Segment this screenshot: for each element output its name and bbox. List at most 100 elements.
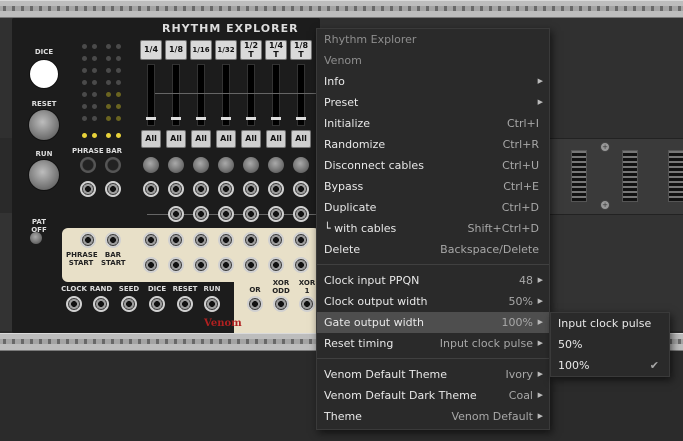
menu-item-duplicate-with-cables[interactable]: └ with cables Shift+Ctrl+D bbox=[317, 218, 549, 239]
reset-button[interactable] bbox=[28, 109, 60, 141]
bar-start-jack[interactable] bbox=[105, 232, 121, 248]
menu-item-default-dark-theme[interactable]: Venom Default Dark Theme Coal ▶ bbox=[317, 385, 549, 406]
menu-item-reset-timing[interactable]: Reset timing Input clock pulse ▶ bbox=[317, 333, 549, 354]
gate-output-jack[interactable] bbox=[218, 232, 234, 248]
input-jack[interactable] bbox=[193, 181, 209, 197]
gate-output-jack[interactable] bbox=[168, 232, 184, 248]
offset-knob[interactable] bbox=[243, 157, 259, 173]
submenu-arrow-icon: ▶ bbox=[537, 370, 543, 378]
input-jack[interactable] bbox=[168, 181, 184, 197]
xor-odd-output-jack[interactable] bbox=[273, 296, 289, 312]
offset-knob[interactable] bbox=[268, 157, 284, 173]
dice-input-jack[interactable] bbox=[149, 296, 165, 312]
all-button[interactable]: All bbox=[241, 130, 261, 148]
division-button-1-8[interactable]: 1/8 bbox=[165, 40, 187, 60]
density-slider[interactable] bbox=[271, 64, 281, 126]
division-button-1-2t[interactable]: 1/2 T bbox=[240, 40, 262, 60]
gate-output-jack[interactable] bbox=[193, 257, 209, 273]
menu-item-randomize[interactable]: Randomize Ctrl+R bbox=[317, 134, 549, 155]
gate-output-jack[interactable] bbox=[268, 257, 284, 273]
gate-output-jack[interactable] bbox=[143, 257, 159, 273]
gate-output-jack[interactable] bbox=[293, 232, 309, 248]
division-button-1-32[interactable]: 1/32 bbox=[215, 40, 237, 60]
phrase-start-jack[interactable] bbox=[80, 232, 96, 248]
led bbox=[116, 133, 121, 138]
submenu-item-100-percent[interactable]: 100% ✔ bbox=[551, 355, 669, 376]
pat-off-button[interactable] bbox=[30, 232, 42, 244]
offset-knob[interactable] bbox=[293, 157, 309, 173]
density-slider[interactable] bbox=[296, 64, 306, 126]
input-jack[interactable] bbox=[193, 206, 209, 222]
all-button[interactable]: All bbox=[266, 130, 286, 148]
led bbox=[106, 104, 111, 109]
seed-input-jack[interactable] bbox=[121, 296, 137, 312]
menu-item-info[interactable]: Info ▶ bbox=[317, 71, 549, 92]
phrase-knob[interactable] bbox=[80, 157, 96, 173]
run-input-jack[interactable] bbox=[204, 296, 220, 312]
input-jack[interactable] bbox=[218, 181, 234, 197]
division-button-1-16[interactable]: 1/16 bbox=[190, 40, 212, 60]
input-jack[interactable] bbox=[243, 206, 259, 222]
offset-knob[interactable] bbox=[193, 157, 209, 173]
or-output-jack[interactable] bbox=[247, 296, 263, 312]
gate-output-jack[interactable] bbox=[293, 257, 309, 273]
all-button[interactable]: All bbox=[191, 130, 211, 148]
offset-knob[interactable] bbox=[218, 157, 234, 173]
input-jack[interactable] bbox=[268, 181, 284, 197]
input-jack[interactable] bbox=[268, 206, 284, 222]
gate-output-jack[interactable] bbox=[143, 232, 159, 248]
all-button[interactable]: All bbox=[141, 130, 161, 148]
input-jack[interactable] bbox=[218, 206, 234, 222]
menu-item-disconnect-cables[interactable]: Disconnect cables Ctrl+U bbox=[317, 155, 549, 176]
density-slider[interactable] bbox=[196, 64, 206, 126]
density-slider[interactable] bbox=[171, 64, 181, 126]
menu-item-theme[interactable]: Theme Venom Default ▶ bbox=[317, 406, 549, 427]
menu-item-gate-output-width[interactable]: Gate output width 100% ▶ bbox=[317, 312, 549, 333]
division-button-1-4[interactable]: 1/4 bbox=[140, 40, 162, 60]
clock-input-jack[interactable] bbox=[66, 296, 82, 312]
division-button-1-8t[interactable]: 1/8 T bbox=[290, 40, 312, 60]
bar-input-jack[interactable] bbox=[105, 181, 121, 197]
menu-item-clock-input-ppqn[interactable]: Clock input PPQN 48 ▶ bbox=[317, 270, 549, 291]
rhythm-explorer-module[interactable]: RHYTHM EXPLORER DICE RESET RUN PAT OFF P… bbox=[12, 18, 320, 333]
menu-item-initialize[interactable]: Initialize Ctrl+I bbox=[317, 113, 549, 134]
all-button[interactable]: All bbox=[166, 130, 186, 148]
menu-item-default-theme[interactable]: Venom Default Theme Ivory ▶ bbox=[317, 364, 549, 385]
submenu-item-input-clock-pulse[interactable]: Input clock pulse bbox=[551, 313, 669, 334]
input-jack[interactable] bbox=[293, 181, 309, 197]
input-jack[interactable] bbox=[143, 181, 159, 197]
reset-input-jack[interactable] bbox=[177, 296, 193, 312]
menu-item-delete[interactable]: Delete Backspace/Delete bbox=[317, 239, 549, 260]
bar-knob[interactable] bbox=[105, 157, 121, 173]
submenu-arrow-icon: ▶ bbox=[537, 77, 543, 85]
or-label: OR bbox=[249, 286, 261, 294]
input-jack[interactable] bbox=[168, 206, 184, 222]
density-slider[interactable] bbox=[246, 64, 256, 126]
gate-output-jack[interactable] bbox=[218, 257, 234, 273]
density-slider[interactable] bbox=[221, 64, 231, 126]
offset-knob[interactable] bbox=[143, 157, 159, 173]
all-button[interactable]: All bbox=[291, 130, 311, 148]
input-jack[interactable] bbox=[293, 206, 309, 222]
menu-item-preset[interactable]: Preset ▶ bbox=[317, 92, 549, 113]
run-button[interactable] bbox=[28, 159, 60, 191]
gate-output-jack[interactable] bbox=[243, 232, 259, 248]
menu-item-duplicate[interactable]: Duplicate Ctrl+D bbox=[317, 197, 549, 218]
xor-1-output-jack[interactable] bbox=[299, 296, 315, 312]
gate-output-jack[interactable] bbox=[168, 257, 184, 273]
offset-knob[interactable] bbox=[168, 157, 184, 173]
gate-output-jack[interactable] bbox=[268, 232, 284, 248]
menu-item-bypass[interactable]: Bypass Ctrl+E bbox=[317, 176, 549, 197]
gate-output-jack[interactable] bbox=[243, 257, 259, 273]
submenu-item-50-percent[interactable]: 50% bbox=[551, 334, 669, 355]
all-button[interactable]: All bbox=[216, 130, 236, 148]
menu-item-clock-output-width[interactable]: Clock output width 50% ▶ bbox=[317, 291, 549, 312]
rand-input-jack[interactable] bbox=[93, 296, 109, 312]
led bbox=[116, 80, 121, 85]
dice-button[interactable] bbox=[29, 59, 59, 89]
gate-output-jack[interactable] bbox=[193, 232, 209, 248]
division-button-1-4t[interactable]: 1/4 T bbox=[265, 40, 287, 60]
density-slider[interactable] bbox=[146, 64, 156, 126]
phrase-input-jack[interactable] bbox=[80, 181, 96, 197]
input-jack[interactable] bbox=[243, 181, 259, 197]
